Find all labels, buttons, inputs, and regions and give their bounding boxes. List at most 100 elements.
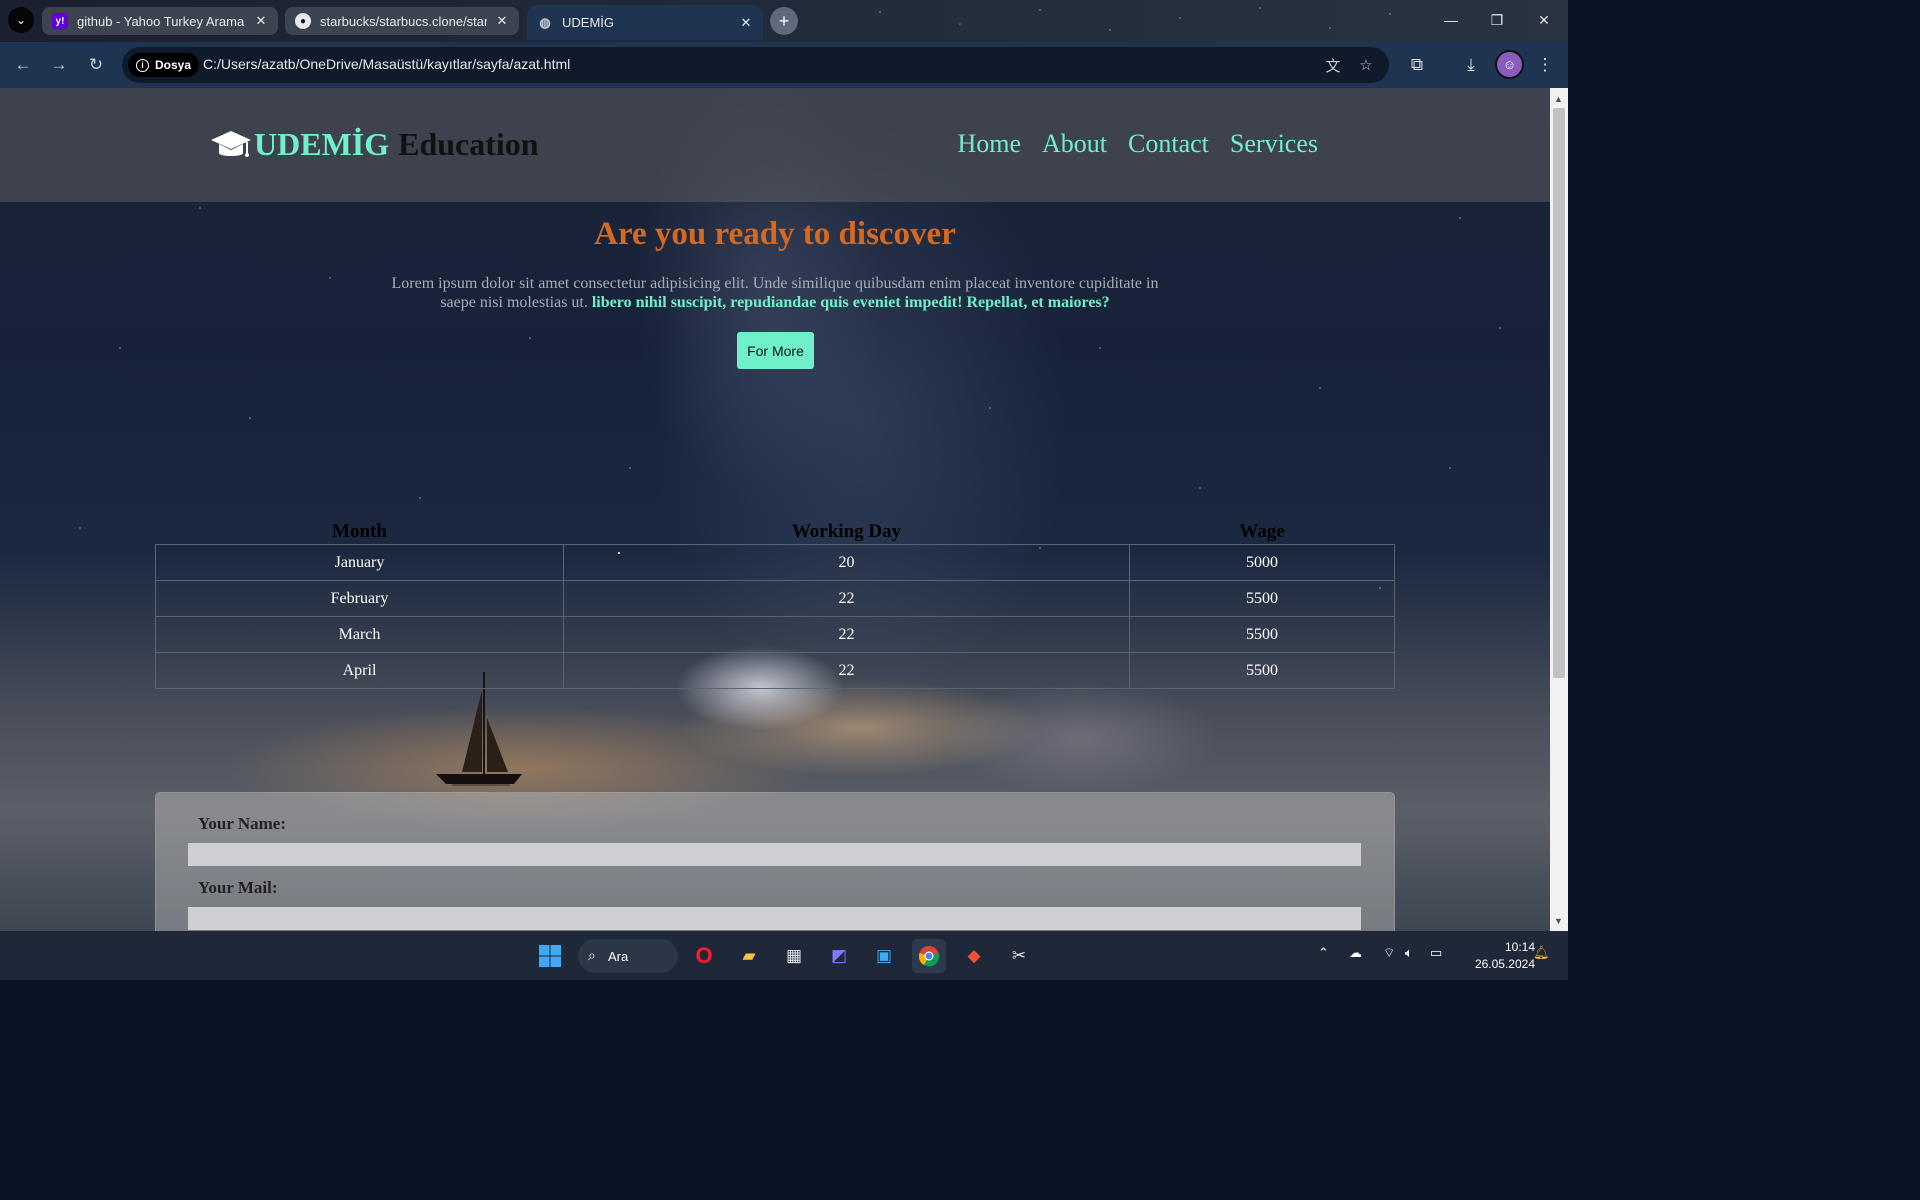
col-month: Month — [332, 521, 387, 542]
profile-avatar[interactable]: ☺ — [1495, 50, 1524, 79]
taskbar-search[interactable]: ⌕ Ara — [578, 939, 678, 973]
nav-home[interactable]: Home — [957, 129, 1021, 159]
notification-bell-icon[interactable]: 🔔︎ — [1533, 945, 1550, 961]
cell-working-day: 22 — [563, 652, 1130, 689]
cell-wage: 5500 — [1129, 616, 1395, 653]
battery-icon[interactable]: ▭ — [1430, 945, 1442, 961]
taskbar: ⌕ Ara O ▰ ▦ ◩ ▣ ◆ ✂ ⌃ ☁ ⌔ 🔈︎ ▭ 10:14 26.… — [0, 931, 1568, 980]
tab-title: github - Yahoo Turkey Arama Sonuçları — [77, 13, 246, 29]
back-icon[interactable]: ← — [8, 50, 38, 80]
cell-month: March — [155, 616, 564, 653]
page-viewport: UDEMİG Education Home About Contact Serv… — [0, 88, 1550, 931]
mail-input[interactable] — [188, 907, 1361, 930]
store-icon[interactable]: ▦ — [777, 939, 811, 973]
chrome-icon[interactable] — [912, 939, 946, 973]
cell-month: April — [155, 652, 564, 689]
menu-dots-icon[interactable]: ⋮ — [1532, 52, 1558, 78]
window-close-icon[interactable]: ✕ — [1521, 0, 1567, 40]
hero-text: Lorem ipsum dolor sit amet consectetur a… — [375, 274, 1175, 312]
reload-icon[interactable]: ↻ — [81, 50, 111, 80]
hero-text-bold: libero nihil suscipit, repudiandae quis … — [591, 294, 1110, 311]
tab-github[interactable]: ● starbucks/starbucs.clone/starbucks ✕ — [285, 7, 519, 35]
wage-table: Month Working Day Wage January 20 5000 F… — [155, 520, 1395, 689]
tab-udemig[interactable]: ◍ UDEMİG ✕ — [527, 5, 763, 40]
search-icon: ⌕ — [588, 947, 596, 963]
table-row: January 20 5000 — [155, 544, 1395, 581]
url-text[interactable]: C:/Users/azatb/OneDrive/Masaüstü/kayıtla… — [203, 56, 570, 72]
windows-logo-icon — [539, 945, 561, 967]
chrome-logo — [918, 946, 940, 967]
cell-working-day: 22 — [563, 616, 1130, 653]
cell-month: January — [155, 544, 564, 581]
clock-time: 10:14 — [1504, 940, 1535, 954]
close-icon[interactable]: ✕ — [495, 13, 509, 29]
tab-yahoo[interactable]: y! github - Yahoo Turkey Arama Sonuçları… — [42, 7, 278, 35]
translate-icon[interactable]: 文 — [1323, 55, 1343, 75]
yahoo-icon: y! — [52, 13, 68, 29]
clock-date: 26.05.2024 — [1474, 957, 1535, 971]
github-icon: ● — [295, 13, 311, 29]
app-icon[interactable]: ◩ — [822, 939, 856, 973]
start-icon[interactable] — [533, 939, 567, 973]
nav-about[interactable]: About — [1042, 129, 1107, 159]
name-input[interactable] — [188, 843, 1361, 866]
close-icon[interactable]: ✕ — [739, 15, 753, 31]
hero-title: Are you ready to discover — [594, 216, 956, 252]
main-nav: Home About Contact Services — [957, 129, 1318, 159]
cell-working-day: 20 — [563, 544, 1130, 581]
table-row: March 22 5500 — [155, 616, 1395, 653]
scroll-thumb[interactable] — [1553, 108, 1565, 678]
tab-title: starbucks/starbucs.clone/starbucks — [320, 13, 487, 29]
address-bar[interactable]: i Dosya C:/Users/azatb/OneDrive/Masaüstü… — [122, 47, 1389, 83]
tab-title: UDEMİG — [562, 15, 614, 30]
site-logo[interactable]: UDEMİG Education — [210, 126, 539, 163]
taskbar-search-label: Ara — [608, 948, 629, 964]
download-icon[interactable]: ⤓ — [1458, 52, 1484, 78]
bookmark-star-icon[interactable]: ☆ — [1356, 55, 1376, 75]
info-icon: i — [136, 58, 149, 72]
git-icon[interactable]: ◆ — [957, 939, 991, 973]
wifi-icon[interactable]: ⌔ — [1383, 945, 1395, 961]
globe-icon: ◍ — [539, 14, 551, 30]
mail-label: Your Mail: — [198, 878, 278, 897]
site-header: UDEMİG Education Home About Contact Serv… — [0, 88, 1550, 202]
volume-icon[interactable]: 🔈︎ — [1405, 945, 1413, 961]
logo-brand: UDEMİG — [254, 126, 390, 162]
clock[interactable]: 10:14 26.05.2024 — [1455, 939, 1535, 973]
col-wage: Wage — [1239, 521, 1285, 542]
cell-wage: 5000 — [1129, 544, 1395, 581]
page-scrollbar[interactable]: ▲ ▼ — [1550, 88, 1568, 931]
site-info-chip[interactable]: i Dosya — [128, 53, 200, 77]
close-icon[interactable]: ✕ — [254, 13, 268, 29]
forward-icon[interactable]: → — [44, 50, 74, 80]
nav-services[interactable]: Services — [1230, 129, 1318, 159]
tray-chevron-icon[interactable]: ⌃ — [1318, 945, 1329, 961]
table-row: February 22 5500 — [155, 580, 1395, 617]
logo-suffix: Education — [398, 126, 539, 162]
cell-month: February — [155, 580, 564, 617]
minimize-icon[interactable]: — — [1428, 0, 1474, 40]
scroll-down-icon[interactable]: ▼ — [1554, 916, 1563, 926]
snipping-tool-icon[interactable]: ✂ — [1002, 939, 1036, 973]
opera-icon[interactable]: O — [687, 939, 721, 973]
site-chip-label: Dosya — [155, 58, 192, 72]
nav-contact[interactable]: Contact — [1128, 129, 1209, 159]
name-label: Your Name: — [198, 814, 286, 833]
extensions-icon[interactable]: ⧉ — [1404, 52, 1430, 78]
restore-icon[interactable]: ❐ — [1474, 0, 1520, 40]
cell-working-day: 22 — [563, 580, 1130, 617]
table-header-row: Month Working Day Wage — [156, 520, 1395, 545]
cell-wage: 5500 — [1129, 652, 1395, 689]
contact-form: Your Name: Your Mail: — [155, 792, 1395, 931]
cell-wage: 5500 — [1129, 580, 1395, 617]
app-window-icon[interactable]: ▣ — [867, 939, 901, 973]
browser-toolbar: ← → ↻ i Dosya C:/Users/azatb/OneDrive/Ma… — [0, 42, 1568, 88]
file-explorer-icon[interactable]: ▰ — [732, 939, 766, 973]
for-more-button[interactable]: For More — [737, 332, 814, 369]
scroll-up-icon[interactable]: ▲ — [1554, 94, 1563, 104]
col-working-day: Working Day — [791, 521, 902, 542]
onedrive-icon[interactable]: ☁ — [1349, 945, 1362, 961]
table-row: April 22 5500 — [155, 652, 1395, 689]
new-tab-button[interactable]: + — [770, 7, 798, 35]
tab-search-icon[interactable]: ⌄ — [8, 7, 34, 33]
